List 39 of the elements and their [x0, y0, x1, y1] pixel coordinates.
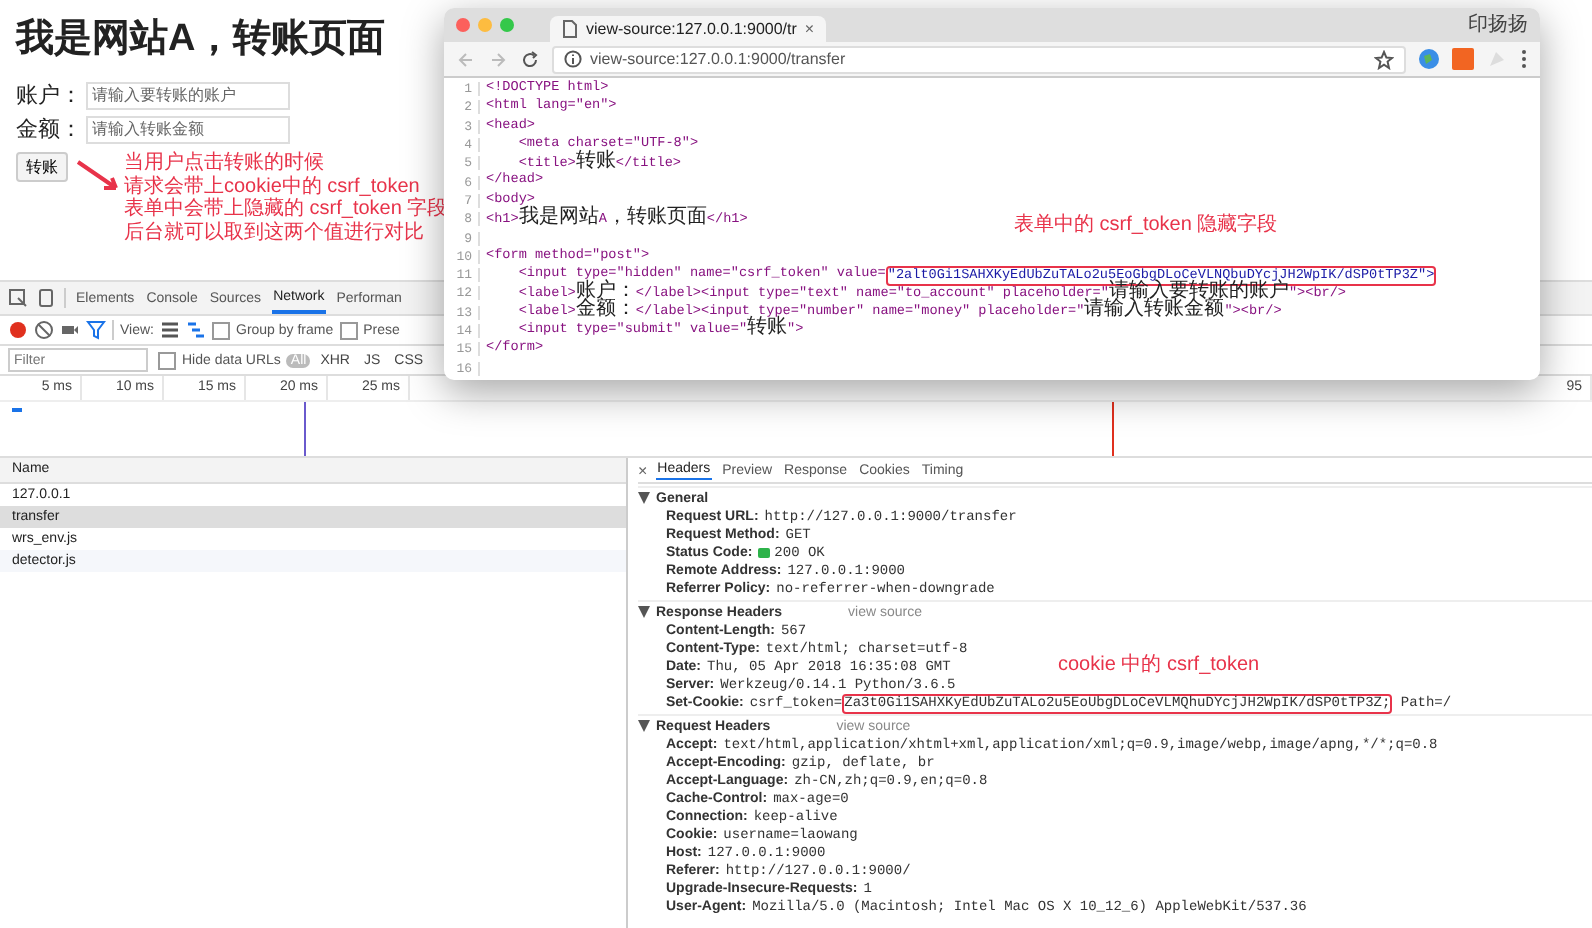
checkbox[interactable]	[158, 351, 176, 369]
annotation-note: cookie 中的 csrf_token	[1058, 651, 1260, 678]
record-icon[interactable]	[8, 320, 28, 340]
annotation-text: 请求会带上cookie中的 csrf_token	[124, 175, 422, 197]
device-icon[interactable]	[36, 288, 56, 308]
close-light-icon[interactable]	[456, 18, 470, 32]
address-bar[interactable]: view-source:127.0.0.1:9000/transfer	[552, 45, 1406, 73]
field-label: 账户：	[16, 81, 82, 110]
field-label: 金额：	[16, 115, 82, 144]
checkbox[interactable]	[212, 321, 230, 339]
close-button[interactable]: ×	[638, 461, 648, 479]
annotation-note: 表单中的 csrf_token 隐藏字段	[1014, 211, 1278, 238]
input-field[interactable]: 请输入转账金额	[86, 115, 290, 143]
inspect-icon[interactable]	[8, 288, 28, 308]
annotation-text: 后台就可以取到这两个值进行对比	[124, 221, 426, 244]
browser-tab[interactable]: view-source:127.0.0.1:9000/tr ×	[550, 16, 827, 42]
waterfall-icon[interactable]	[186, 320, 206, 340]
list-view-icon[interactable]	[160, 320, 180, 340]
globe-icon[interactable]	[1418, 48, 1440, 70]
expand-triangle-icon[interactable]	[638, 492, 650, 504]
info-icon	[564, 50, 582, 68]
status-icon	[758, 548, 771, 558]
clear-icon[interactable]	[34, 320, 54, 340]
document-icon	[562, 20, 578, 38]
arrow-icon	[76, 160, 120, 192]
page-title: 我是网站A，转账页面	[16, 16, 386, 64]
checkbox[interactable]	[339, 321, 358, 339]
camera-icon[interactable]	[60, 320, 80, 340]
input-field[interactable]: 请输入要转账的账户	[86, 81, 290, 109]
profile-name[interactable]: 印扬扬	[1468, 10, 1528, 38]
submit-button[interactable]: 转账	[16, 152, 68, 182]
annotation-text: 当用户点击转账的时候	[124, 152, 326, 175]
filter-icon[interactable]	[86, 320, 106, 340]
annotation-text: 表单中会带上隐藏的 csrf_token 字段	[124, 198, 448, 221]
expand-triangle-icon[interactable]	[638, 606, 650, 618]
star-icon[interactable]	[1374, 49, 1394, 69]
menu-icon[interactable]	[1520, 48, 1528, 70]
expand-triangle-icon[interactable]	[638, 720, 650, 732]
reload-icon[interactable]	[520, 49, 540, 69]
